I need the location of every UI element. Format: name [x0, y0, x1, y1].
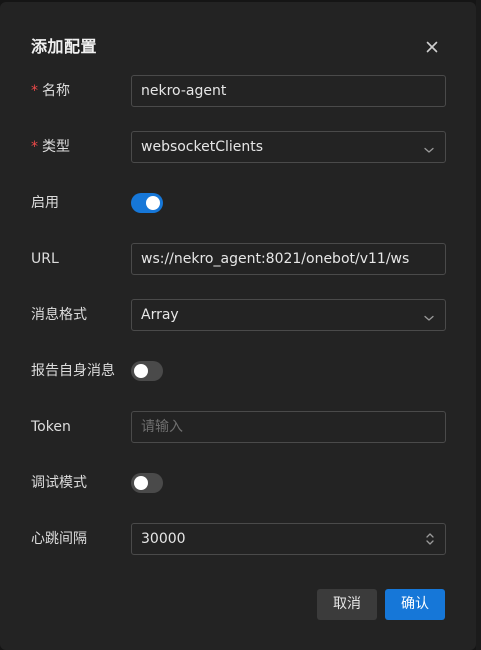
message-format-label: 消息格式: [31, 307, 87, 323]
background-edge: [476, 0, 481, 650]
url-input[interactable]: ws://nekro_agent:8021/onebot/v11/ws: [131, 243, 446, 275]
heartbeat-value: 30000: [141, 531, 186, 547]
name-row: * 名称 nekro-agent: [0, 75, 476, 107]
token-row: Token 请输入: [0, 411, 476, 443]
toggle-knob: [146, 196, 160, 210]
heartbeat-row: 心跳间隔 30000: [0, 523, 476, 555]
message-format-row: 消息格式 Array: [0, 299, 476, 331]
debug-mode-row: 调试模式: [0, 467, 476, 499]
confirm-button[interactable]: 确认: [385, 589, 445, 620]
name-input[interactable]: nekro-agent: [131, 75, 446, 107]
token-input[interactable]: 请输入: [131, 411, 446, 443]
chevron-down-icon: [423, 141, 435, 153]
name-value: nekro-agent: [141, 83, 227, 99]
cancel-button[interactable]: 取消: [317, 589, 377, 620]
dialog-title: 添加配置: [31, 37, 98, 56]
enabled-label: 启用: [31, 195, 59, 211]
token-placeholder: 请输入: [141, 419, 183, 435]
close-icon: [421, 36, 443, 58]
type-select[interactable]: websocketClients: [131, 131, 446, 163]
add-config-dialog: 添加配置 * 名称 nekro-agent * 类型 websocketClient…: [0, 2, 476, 650]
name-label: * 名称: [31, 83, 70, 99]
toggle-knob: [134, 476, 148, 490]
close-button[interactable]: [421, 36, 443, 58]
chevron-down-icon: [423, 309, 435, 321]
debug-mode-toggle[interactable]: [131, 473, 163, 493]
url-value: ws://nekro_agent:8021/onebot/v11/ws: [141, 251, 410, 267]
enabled-toggle[interactable]: [131, 193, 163, 213]
heartbeat-label: 心跳间隔: [31, 531, 87, 547]
stepper-icon[interactable]: [425, 530, 435, 548]
toggle-knob: [134, 364, 148, 378]
message-format-select[interactable]: Array: [131, 299, 446, 331]
debug-mode-label: 调试模式: [31, 475, 87, 491]
enabled-row: 启用: [0, 187, 476, 219]
type-label: * 类型: [31, 139, 70, 155]
report-self-toggle[interactable]: [131, 361, 163, 381]
type-value: websocketClients: [141, 139, 264, 155]
message-format-value: Array: [141, 307, 179, 323]
required-mark: *: [31, 139, 38, 155]
token-label: Token: [31, 419, 71, 435]
url-row: URL ws://nekro_agent:8021/onebot/v11/ws: [0, 243, 476, 275]
type-row: * 类型 websocketClients: [0, 131, 476, 163]
heartbeat-number-input[interactable]: 30000: [131, 523, 446, 555]
report-self-row: 报告自身消息: [0, 355, 476, 387]
required-mark: *: [31, 83, 38, 99]
report-self-label: 报告自身消息: [31, 363, 115, 379]
url-label: URL: [31, 251, 59, 267]
